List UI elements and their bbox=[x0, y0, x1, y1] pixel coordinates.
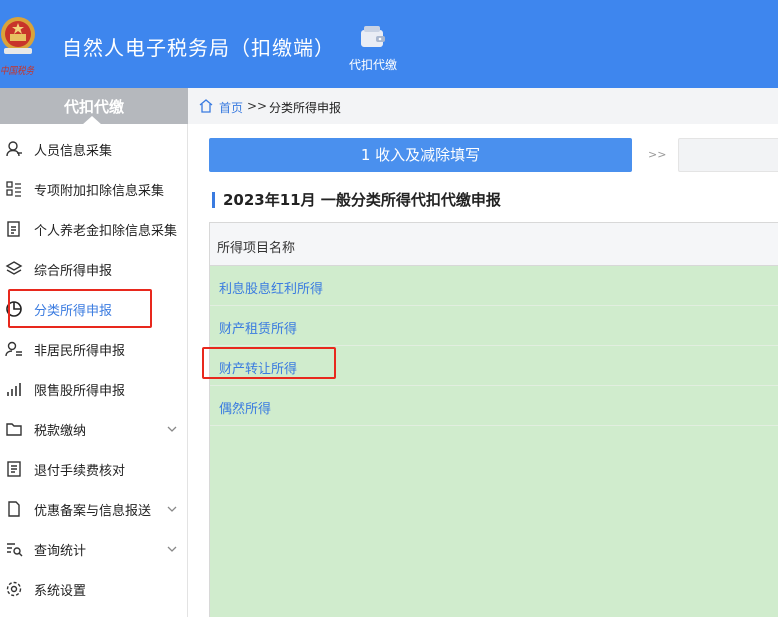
sidebar-item-label: 非居民所得申报 bbox=[34, 343, 126, 359]
gear-icon bbox=[6, 581, 22, 597]
sidebar-item-fee-refund[interactable]: 退付手续费核对 bbox=[0, 449, 188, 489]
table-row[interactable]: 财产租赁所得 bbox=[210, 306, 778, 346]
sidebar-item-label: 专项附加扣除信息采集 bbox=[34, 183, 165, 199]
income-item-link[interactable]: 财产转让所得 bbox=[219, 358, 297, 377]
top-nav-withholding[interactable]: 代扣代缴 bbox=[340, 24, 406, 80]
table-body: 利息股息红利所得 财产租赁所得 财产转让所得 偶然所得 bbox=[210, 266, 778, 617]
top-nav-label: 代扣代缴 bbox=[348, 58, 397, 72]
sidebar-item-query-statistics[interactable]: 查询统计 bbox=[0, 529, 188, 569]
sidebar-item-label: 个人养老金扣除信息采集 bbox=[34, 223, 178, 239]
sidebar-item-restricted-shares[interactable]: 限售股所得申报 bbox=[0, 369, 188, 409]
list-icon bbox=[6, 181, 21, 197]
chevron-down-icon bbox=[167, 506, 177, 512]
step-arrow: >> bbox=[648, 148, 667, 161]
step-income-deduction[interactable]: 1 收入及减除填写 bbox=[209, 138, 632, 172]
sidebar-item-special-deduction[interactable]: 专项附加扣除信息采集 bbox=[0, 169, 188, 209]
sidebar-item-preferential-filing[interactable]: 优惠备案与信息报送 bbox=[0, 489, 188, 529]
breadcrumb-current: 分类所得申报 bbox=[269, 101, 342, 115]
sidebar-item-label: 综合所得申报 bbox=[34, 263, 113, 279]
sidebar-item-nonresident-income[interactable]: 非居民所得申报 bbox=[0, 329, 188, 369]
section-title-marker bbox=[212, 192, 215, 208]
column-header-item-name: 所得项目名称 bbox=[217, 241, 296, 256]
sidebar-item-personnel-info[interactable]: 人员信息采集 bbox=[0, 129, 188, 169]
income-items-table: 所得项目名称 利息股息红利所得 财产租赁所得 财产转让所得 偶然所得 bbox=[209, 222, 778, 617]
table-row[interactable]: 利息股息红利所得 bbox=[210, 266, 778, 306]
table-row[interactable]: 财产转让所得 bbox=[210, 346, 778, 386]
sidebar-item-label: 分类所得申报 bbox=[34, 303, 113, 319]
sidebar-item-label: 优惠备案与信息报送 bbox=[34, 503, 152, 519]
home-icon[interactable] bbox=[198, 98, 214, 113]
sidebar-title: 代扣代缴 bbox=[63, 98, 124, 116]
sidebar-item-system-settings[interactable]: 系统设置 bbox=[0, 569, 188, 609]
income-item-link[interactable]: 偶然所得 bbox=[219, 398, 271, 417]
sidebar-item-label: 税款缴纳 bbox=[34, 423, 87, 439]
document-icon bbox=[7, 221, 20, 237]
breadcrumb-separator: >> bbox=[247, 99, 268, 113]
file-icon bbox=[8, 501, 20, 517]
section-title: 2023年11月 一般分类所得代扣代缴申报 bbox=[223, 191, 501, 209]
wallet-icon bbox=[361, 26, 385, 47]
table-row[interactable]: 偶然所得 bbox=[210, 386, 778, 426]
app-title: 自然人电子税务局（扣缴端） bbox=[62, 36, 335, 60]
receipt-icon bbox=[7, 461, 21, 477]
sidebar-item-classified-income[interactable]: 分类所得申报 bbox=[0, 289, 188, 329]
pie-chart-icon bbox=[6, 301, 22, 317]
app-header: 中国税务 自然人电子税务局（扣缴端） 代扣代缴 bbox=[0, 0, 778, 88]
person-list-icon bbox=[5, 341, 22, 357]
main-content: 1 收入及减除填写 >> 2023年11月 一般分类所得代扣代缴申报 所得项目名… bbox=[188, 124, 778, 617]
bar-chart-icon bbox=[7, 383, 21, 396]
layers-icon bbox=[5, 261, 23, 275]
sidebar-item-tax-payment[interactable]: 税款缴纳 bbox=[0, 409, 188, 449]
chevron-down-icon bbox=[167, 546, 177, 552]
step-next[interactable] bbox=[678, 138, 778, 172]
income-item-link[interactable]: 利息股息红利所得 bbox=[219, 278, 323, 297]
sidebar-item-label: 系统设置 bbox=[34, 583, 87, 599]
person-icon bbox=[6, 141, 22, 157]
sidebar-item-label: 限售股所得申报 bbox=[34, 383, 126, 399]
breadcrumb-home-link[interactable]: 首页 bbox=[219, 99, 243, 116]
table-header: 所得项目名称 bbox=[210, 222, 778, 266]
sidebar: 人员信息采集 专项附加扣除信息采集 个人养老金扣除信息采集 综合所得申报 分类所… bbox=[0, 124, 188, 617]
income-item-link[interactable]: 财产租赁所得 bbox=[219, 318, 297, 337]
chevron-down-icon bbox=[167, 426, 177, 432]
sidebar-header: 代扣代缴 bbox=[0, 88, 188, 125]
search-list-icon bbox=[7, 543, 23, 557]
sidebar-item-label: 查询统计 bbox=[34, 543, 87, 559]
tax-emblem-icon bbox=[1, 17, 35, 54]
sidebar-item-label: 退付手续费核对 bbox=[34, 463, 126, 479]
sidebar-item-pension-deduction[interactable]: 个人养老金扣除信息采集 bbox=[0, 209, 188, 249]
folder-icon bbox=[6, 423, 22, 436]
sidebar-item-label: 人员信息采集 bbox=[34, 143, 113, 159]
breadcrumb: 首页 >> 分类所得申报 bbox=[188, 88, 778, 124]
sidebar-item-comprehensive-income[interactable]: 综合所得申报 bbox=[0, 249, 188, 289]
emblem-caption: 中国税务 bbox=[0, 66, 34, 77]
